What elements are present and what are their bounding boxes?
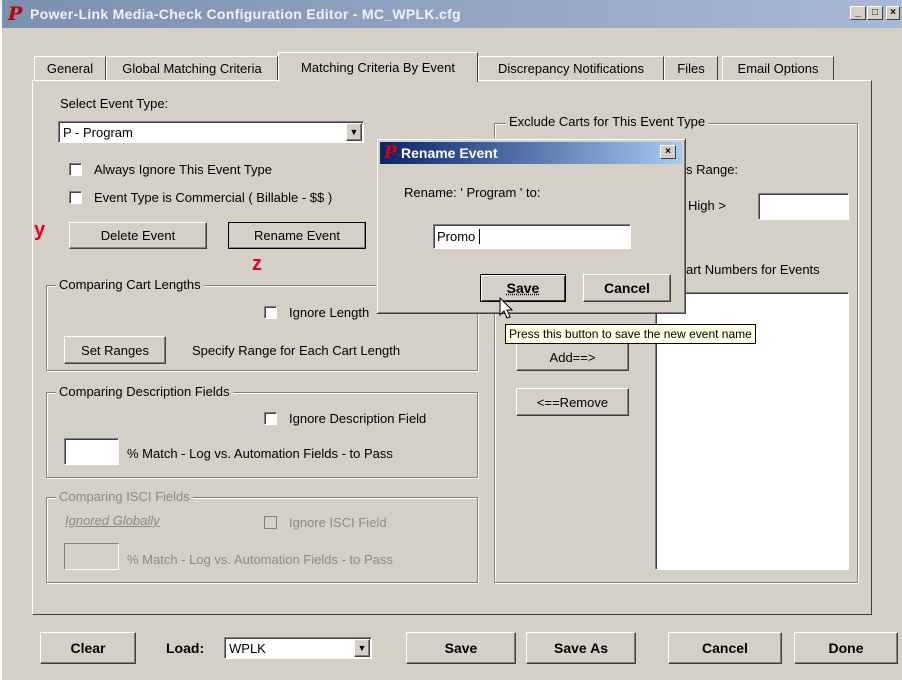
tab-label: Email Options xyxy=(738,61,819,76)
save-label: Save xyxy=(445,640,478,656)
main-window: P Power-Link Media-Check Configuration E… xyxy=(0,0,902,680)
load-value: WPLK xyxy=(229,641,266,656)
tab-global-matching-criteria[interactable]: Global Matching Criteria xyxy=(106,56,278,80)
minimize-button[interactable]: _ xyxy=(850,6,866,20)
select-event-type-label: Select Event Type: xyxy=(60,96,168,111)
tab-files[interactable]: Files xyxy=(664,56,718,80)
remove-label: <==Remove xyxy=(537,395,608,410)
annotation-y: y xyxy=(34,219,45,242)
tab-label: Discrepancy Notifications xyxy=(498,61,644,76)
exclude-carts-group-label: Exclude Carts for This Event Type xyxy=(506,114,708,129)
close-icon: × xyxy=(665,146,671,157)
ignore-length-checkbox[interactable] xyxy=(264,306,277,319)
isci-group-label: Comparing ISCI Fields xyxy=(56,489,193,504)
isci-group xyxy=(46,497,478,583)
dialog-close-button[interactable]: × xyxy=(660,145,676,159)
rename-event-label: Rename Event xyxy=(254,228,340,243)
dialog-title: Rename Event xyxy=(401,145,497,161)
dialog-title-bar[interactable]: P Rename Event × xyxy=(380,142,682,164)
description-group-label: Comparing Description Fields xyxy=(56,384,233,399)
text-caret xyxy=(479,229,480,244)
cancel-button[interactable]: Cancel xyxy=(668,632,782,664)
add-label: Add==> xyxy=(550,350,596,365)
event-type-select[interactable]: P - Program ▼ xyxy=(58,121,364,143)
chevron-down-icon[interactable]: ▼ xyxy=(354,639,370,657)
annotation-z: z xyxy=(252,253,262,276)
rename-event-dialog: P Rename Event × Rename: ' Program ' to:… xyxy=(376,138,686,314)
ignore-description-label: Ignore Description Field xyxy=(289,411,426,426)
ignored-globally-text: Ignored Globally xyxy=(65,513,160,528)
add-button[interactable]: Add==> xyxy=(516,343,629,371)
dialog-cancel-label: Cancel xyxy=(604,280,650,296)
dialog-logo-icon: P xyxy=(384,143,397,163)
app-logo-icon: P xyxy=(8,3,22,25)
ignore-isci-checkbox[interactable] xyxy=(264,516,277,529)
maximize-button[interactable]: □ xyxy=(867,6,883,20)
ignore-isci-label: Ignore ISCI Field xyxy=(289,515,387,530)
tab-label: Global Matching Criteria xyxy=(122,61,261,76)
specify-range-text: Specify Range for Each Cart Length xyxy=(192,343,400,358)
range-label: s Range: xyxy=(686,162,738,177)
tab-discrepancy-notifications[interactable]: Discrepancy Notifications xyxy=(478,56,664,80)
save-button[interactable]: Save xyxy=(406,632,516,664)
save-as-button[interactable]: Save As xyxy=(526,632,636,664)
description-match-text: % Match - Log vs. Automation Fields - to… xyxy=(127,446,393,461)
tab-matching-criteria-by-event[interactable]: Matching Criteria By Event xyxy=(278,52,478,82)
tab-label: Matching Criteria By Event xyxy=(301,60,455,75)
chevron-down-icon[interactable]: ▼ xyxy=(346,123,362,141)
dialog-save-button[interactable]: Save xyxy=(480,274,566,302)
clear-button[interactable]: Clear xyxy=(40,632,136,664)
commercial-label: Event Type is Commercial ( Billable - $$… xyxy=(94,190,332,205)
save-as-label: Save As xyxy=(554,640,608,656)
delete-event-label: Delete Event xyxy=(101,228,175,243)
ignore-description-checkbox[interactable] xyxy=(264,412,277,425)
rename-input[interactable]: Promo xyxy=(433,224,631,249)
rename-event-button[interactable]: Rename Event xyxy=(228,222,366,249)
always-ignore-checkbox[interactable] xyxy=(69,163,82,176)
window-title: Power-Link Media-Check Configuration Edi… xyxy=(30,6,461,22)
dialog-save-label: Save xyxy=(507,280,540,296)
close-icon: × xyxy=(890,7,896,18)
tab-email-options[interactable]: Email Options xyxy=(722,56,834,80)
event-type-value: P - Program xyxy=(63,125,133,140)
dialog-cancel-button[interactable]: Cancel xyxy=(583,274,671,302)
load-select[interactable]: WPLK ▼ xyxy=(224,637,372,659)
commercial-checkbox[interactable] xyxy=(69,191,82,204)
high-label: High > xyxy=(688,198,726,213)
done-button[interactable]: Done xyxy=(794,632,898,664)
description-group xyxy=(46,392,478,478)
title-bar[interactable]: P Power-Link Media-Check Configuration E… xyxy=(2,0,902,28)
delete-event-button[interactable]: Delete Event xyxy=(69,222,207,249)
mouse-pointer-icon xyxy=(499,297,515,321)
high-range-input[interactable] xyxy=(758,193,849,220)
remove-button[interactable]: <==Remove xyxy=(516,388,629,416)
tab-label: General xyxy=(47,61,93,76)
isci-match-text: % Match - Log vs. Automation Fields - to… xyxy=(127,552,393,567)
save-tooltip: Press this button to save the new event … xyxy=(505,324,756,344)
cart-numbers-label: art Numbers for Events xyxy=(686,262,820,277)
maximize-icon: □ xyxy=(872,7,878,18)
set-ranges-button[interactable]: Set Ranges xyxy=(64,336,166,364)
isci-percent-input[interactable] xyxy=(64,543,119,570)
always-ignore-label: Always Ignore This Event Type xyxy=(94,162,272,177)
description-percent-input[interactable] xyxy=(64,438,119,465)
minimize-icon: _ xyxy=(855,7,861,18)
clear-label: Clear xyxy=(70,640,105,656)
rename-input-value: Promo xyxy=(437,229,475,244)
cart-lengths-group-label: Comparing Cart Lengths xyxy=(56,277,204,292)
tab-general[interactable]: General xyxy=(34,56,106,80)
tab-label: Files xyxy=(677,61,704,76)
ignore-length-label: Ignore Length xyxy=(289,305,369,320)
load-label: Load: xyxy=(166,640,204,656)
done-label: Done xyxy=(829,640,864,656)
cancel-label: Cancel xyxy=(702,640,748,656)
close-button[interactable]: × xyxy=(886,6,900,20)
set-ranges-label: Set Ranges xyxy=(81,343,149,358)
rename-prompt: Rename: ' Program ' to: xyxy=(404,185,540,200)
